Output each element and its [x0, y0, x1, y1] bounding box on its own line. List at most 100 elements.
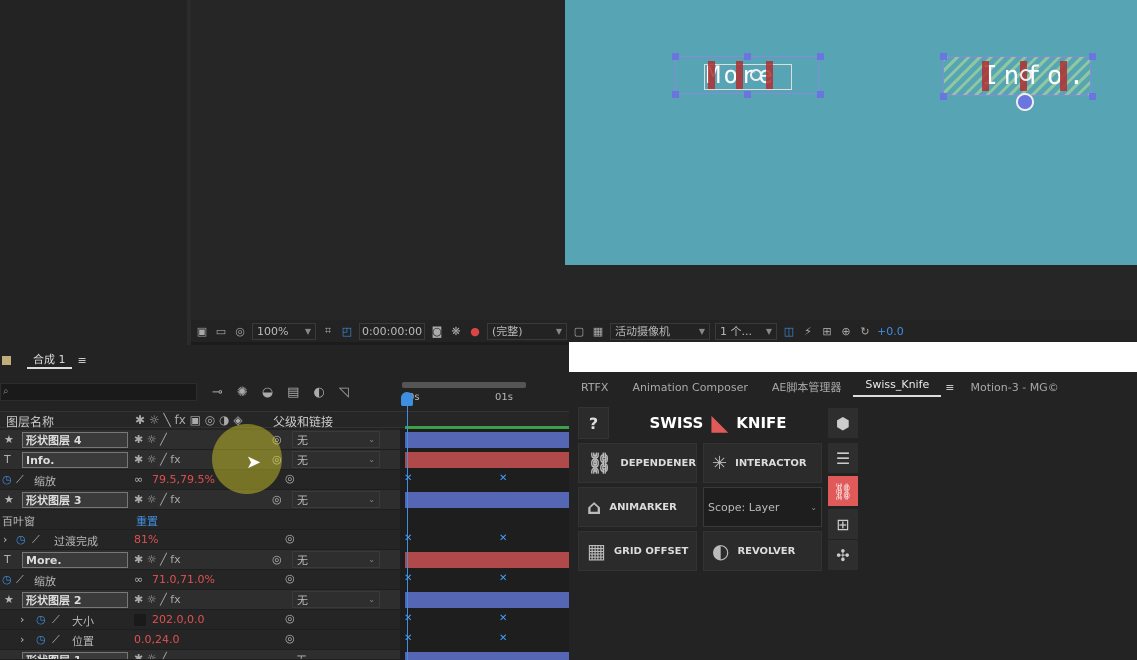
reset-link[interactable]: 重置 [136, 513, 158, 529]
stopwatch-icon[interactable]: ◷ [36, 613, 46, 626]
layer-row[interactable]: ★ 形状图层 4 ✱ ☼ ╱ ◎ 无 ⌄ [0, 430, 400, 450]
layer-bar[interactable] [405, 592, 569, 608]
pickwhip-icon[interactable]: ◎ [285, 612, 295, 625]
camera-select[interactable]: 活动摄像机 ▼ [610, 322, 710, 340]
constrain-link-icon[interactable]: ∞ [134, 573, 143, 586]
current-time-indicator[interactable] [401, 392, 413, 406]
link-icon[interactable]: ⛓ [828, 476, 858, 506]
show-snapshot-icon[interactable]: ❋ [449, 324, 463, 338]
grid-offset-button[interactable]: ▦ GRID OFFSET [578, 531, 697, 571]
stopwatch-icon[interactable]: ◷ [16, 533, 26, 546]
pickwhip-icon[interactable]: ◎ [272, 553, 282, 566]
layer-switches[interactable]: ✱ ☼ ╱ fx [134, 493, 181, 506]
parent-select[interactable]: 无 ⌄ [292, 591, 380, 608]
stopwatch-icon[interactable]: ◷ [36, 633, 46, 646]
more-text-layer[interactable]: More [672, 53, 824, 98]
timeline-icon[interactable]: ⊞ [820, 324, 834, 338]
layer-switches[interactable]: ✱ ☼ ╱ fx [134, 553, 181, 566]
layer-row[interactable]: ★ 形状图层 2 ✱ ☼ ╱ fx 无 ⌄ [0, 590, 400, 610]
layer-bar[interactable] [405, 652, 569, 660]
monitor-icon[interactable]: ▭ [214, 324, 228, 338]
layer-row[interactable]: 形状图层 1 ✱ ☼ ╱ 无 [0, 650, 400, 660]
layer-bar[interactable] [405, 492, 569, 508]
property-row[interactable]: › ◷ ⟋ 位置 0.0,24.0 ◎ [0, 630, 400, 650]
roi-icon[interactable]: ▢ [572, 324, 586, 338]
layer-switches[interactable]: ✱ ☼ ╱ fx [134, 593, 181, 606]
toggle-pixel-icon[interactable]: ◫ [782, 324, 796, 338]
keyframe-icon[interactable]: ✕ [404, 573, 412, 584]
graph-icon[interactable]: ⟋ [52, 613, 60, 627]
pickwhip-icon[interactable]: ◎ [285, 532, 295, 545]
timecode-field[interactable]: 0:00:00:00 [359, 322, 425, 340]
dependener-button[interactable]: ⛓ DEPENDENER [578, 443, 697, 483]
comp-tab[interactable]: 合成 1 [27, 351, 72, 369]
interactor-button[interactable]: ✳ INTERACTOR [703, 443, 822, 483]
exposure-value[interactable]: +0.0 [877, 325, 904, 338]
parent-select[interactable]: 无 ⌄ [292, 431, 380, 448]
composition-canvas[interactable]: More Info. [565, 0, 1137, 265]
time-ruler[interactable]: 0s 01s [400, 390, 569, 408]
anchor-point-icon[interactable] [1020, 69, 1032, 81]
timeline-search-input[interactable]: ⌕ [0, 383, 197, 401]
camera-snapshot-icon[interactable]: ◙ [430, 324, 444, 338]
parent-select[interactable]: 无 ⌄ [292, 491, 380, 508]
layer-row[interactable]: T Info. ✱ ☼ ╱ fx ◎ 无 ⌄ [0, 450, 400, 470]
always-preview-icon[interactable]: ▣ [195, 324, 209, 338]
graph-icon[interactable]: ⟋ [16, 473, 24, 487]
animarker-button[interactable]: ⌂ ANIMARKER [578, 487, 697, 527]
color-channels-icon[interactable]: ● [468, 324, 482, 338]
pickwhip-icon[interactable]: ◎ [272, 493, 282, 506]
layers-icon[interactable]: ☰ [828, 443, 858, 473]
anchor-point-icon[interactable] [750, 69, 762, 81]
shy-icon[interactable]: ◒ [262, 385, 273, 400]
menu-icon[interactable]: ≡ [78, 354, 87, 367]
mask-icon[interactable]: ◎ [233, 324, 247, 338]
hexagon-nut-icon[interactable]: ⬢ [828, 408, 858, 438]
resolution-select[interactable]: (完整) ▼ [487, 322, 567, 340]
layer-bar[interactable] [405, 452, 569, 468]
property-row[interactable]: › ◷ ⟋ 大小 202.0,0.0 ◎ [0, 610, 400, 630]
parent-select[interactable]: 无 ⌄ [292, 551, 380, 568]
tab-swiss-knife[interactable]: Swiss_Knife [853, 378, 942, 397]
stopwatch-icon[interactable]: ◷ [2, 573, 12, 586]
pickwhip-icon[interactable]: ◎ [285, 472, 295, 485]
pickwhip-icon[interactable]: ◎ [285, 572, 295, 585]
motion-blur-icon[interactable]: ◐ [313, 385, 324, 400]
shape-anchor-icon[interactable] [1016, 93, 1034, 111]
keyframe-icon[interactable]: ✕ [499, 533, 507, 544]
views-select[interactable]: 1 个... ▼ [715, 322, 777, 340]
layer-row[interactable]: ★ 形状图层 3 ✱ ☼ ╱ fx ◎ 无 ⌄ [0, 490, 400, 510]
tab-ae-script-manager[interactable]: AE脚本管理器 [760, 379, 853, 395]
frame-blend-icon[interactable]: ▤ [287, 385, 299, 400]
layer-bar[interactable] [405, 552, 569, 568]
fit-icon[interactable]: ⌗ [321, 324, 335, 338]
property-row[interactable]: ◷ ⟋ 缩放 ∞ 79.5,79.5% ◎ [0, 470, 400, 490]
keyframe-icon[interactable]: ✕ [499, 613, 507, 624]
menu-icon[interactable]: ≡ [941, 381, 958, 394]
work-area-bar[interactable] [402, 382, 526, 388]
scope-select[interactable]: Scope: Layer ⌄ [703, 487, 822, 527]
property-row[interactable]: › ◷ ⟋ 过渡完成 81% ◎ [0, 530, 400, 550]
chevron-right-icon[interactable]: › [3, 533, 7, 546]
help-button[interactable]: ? [578, 407, 609, 439]
keyframe-icon[interactable]: ✕ [404, 633, 412, 644]
layer-bar[interactable] [405, 432, 569, 448]
layer-switches[interactable]: ✱ ☼ ╱ fx [134, 453, 181, 466]
stopwatch-icon[interactable]: ◷ [2, 473, 12, 486]
pickwhip-icon[interactable]: ◎ [285, 632, 295, 645]
zoom-select[interactable]: 100% ▼ [252, 322, 316, 340]
tab-animation-composer[interactable]: Animation Composer [620, 381, 759, 394]
graph-icon[interactable]: ⟋ [52, 633, 60, 647]
add-grid-icon[interactable]: ⊞ [828, 509, 858, 539]
tab-motion-3[interactable]: Motion-3 - MG© [958, 381, 1070, 394]
transparency-grid-icon[interactable]: ▦ [591, 324, 605, 338]
effect-row[interactable]: 百叶窗 重置 [0, 510, 400, 530]
keyframe-icon[interactable]: ✕ [499, 573, 507, 584]
exposure-reset-icon[interactable]: ↻ [858, 324, 872, 338]
layer-switches[interactable]: ✱ ☼ ╱ [134, 433, 167, 446]
property-row[interactable]: ◷ ⟋ 缩放 ∞ 71.0,71.0% ◎ [0, 570, 400, 590]
graph-icon[interactable]: ⟋ [16, 573, 24, 587]
layer-switches[interactable]: ✱ ☼ ╱ [134, 652, 167, 659]
tab-rtfx[interactable]: RTFX [569, 381, 620, 394]
keyframe-icon[interactable]: ✕ [404, 473, 412, 484]
